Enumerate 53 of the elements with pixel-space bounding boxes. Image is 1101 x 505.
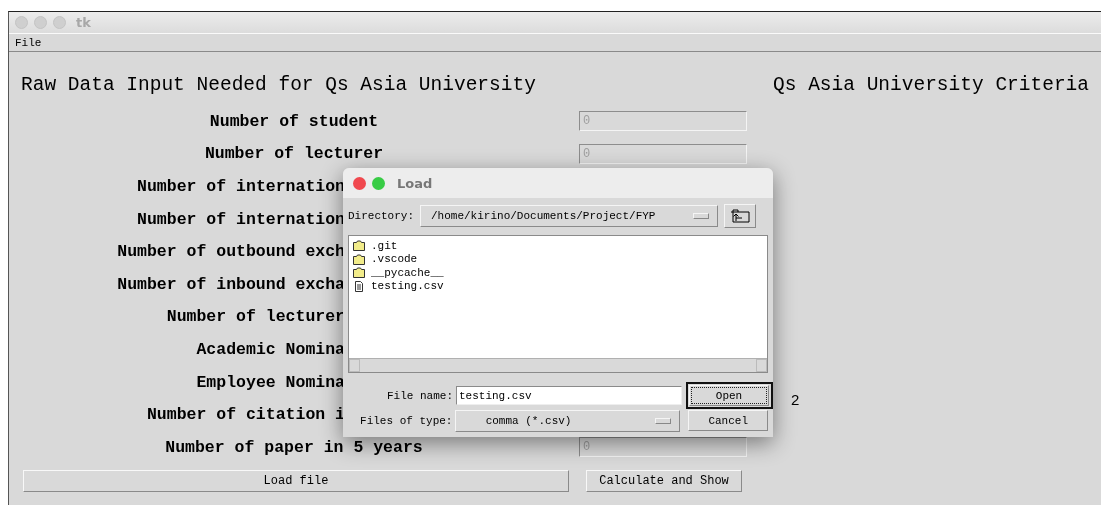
file-type-dropdown[interactable]: comma (*.csv): [455, 409, 681, 432]
scroll-right-icon[interactable]: [756, 359, 767, 372]
menu-item[interactable]: File: [15, 36, 42, 49]
window-control-icon[interactable]: [53, 16, 66, 29]
horizontal-scrollbar[interactable]: [349, 358, 767, 372]
field-label: Academic Nomina: [196, 339, 345, 359]
window-control-icon[interactable]: [34, 16, 47, 29]
dropdown-knob-icon: [693, 213, 709, 219]
field-label: Files of type:: [359, 414, 453, 427]
file-list-item[interactable]: .git: [371, 239, 398, 252]
cancel-button[interactable]: Cancel: [688, 410, 768, 431]
file-list[interactable]: .git .vscode __pycache__ testing.csv: [348, 235, 768, 373]
scroll-left-icon[interactable]: [349, 359, 360, 372]
annotation-number: 2: [791, 391, 800, 408]
window-control-icon[interactable]: [15, 16, 28, 29]
load-file-button[interactable]: Load file: [23, 469, 569, 492]
field-label: File name:: [386, 389, 453, 402]
file-list-item[interactable]: .vscode: [371, 253, 418, 266]
field-value: testing.csv: [459, 389, 532, 402]
file-list-item[interactable]: testing.csv: [371, 280, 444, 293]
close-icon[interactable]: [353, 176, 366, 190]
field-label: Number of lecturer: [204, 144, 384, 164]
field-label: Employee Nomina: [196, 372, 345, 392]
field-label: Number of inbound excha: [117, 274, 345, 294]
field-label: Number of internation: [137, 177, 345, 196]
file-list-item[interactable]: __pycache__: [371, 266, 444, 279]
dropdown-value: comma (*.csv): [484, 414, 572, 427]
dropdown-knob-icon: [655, 417, 672, 424]
document-icon: [353, 280, 365, 292]
field-label: Number of internation: [137, 209, 345, 229]
field-label: Directory:: [348, 210, 414, 222]
folder-icon: [353, 253, 365, 265]
parent-folder-button[interactable]: [724, 204, 756, 228]
field-label: Number of citation i: [146, 405, 345, 425]
section-heading: Raw Data Input Needed for Qs Asia University: [21, 74, 536, 96]
file-name-field[interactable]: testing.csv: [456, 386, 682, 405]
directory-dropdown[interactable]: /home/kirino/Documents/Project/FYP: [420, 205, 718, 227]
window-title: tk: [76, 15, 91, 30]
open-button[interactable]: Open: [689, 385, 769, 406]
calculate-button[interactable]: Calculate and Show: [586, 469, 742, 492]
field-label: Number of student: [209, 111, 379, 131]
folder-icon: [353, 240, 365, 252]
dropdown-value: /home/kirino/Documents/Project/FYP: [431, 210, 656, 222]
dialog-title: Load: [397, 175, 433, 191]
field-value: 0: [583, 146, 591, 161]
folder-icon: [353, 267, 365, 279]
zoom-icon[interactable]: [372, 176, 385, 190]
field-value: 0: [583, 114, 591, 129]
field-label: Number of lecturer: [166, 307, 345, 327]
field-label: Number of outbound exch: [117, 242, 345, 262]
section-heading: Qs Asia University Criteria: [773, 74, 1089, 96]
field-label: Number of paper in 5 years: [165, 437, 423, 457]
folder-up-icon: [730, 209, 750, 223]
